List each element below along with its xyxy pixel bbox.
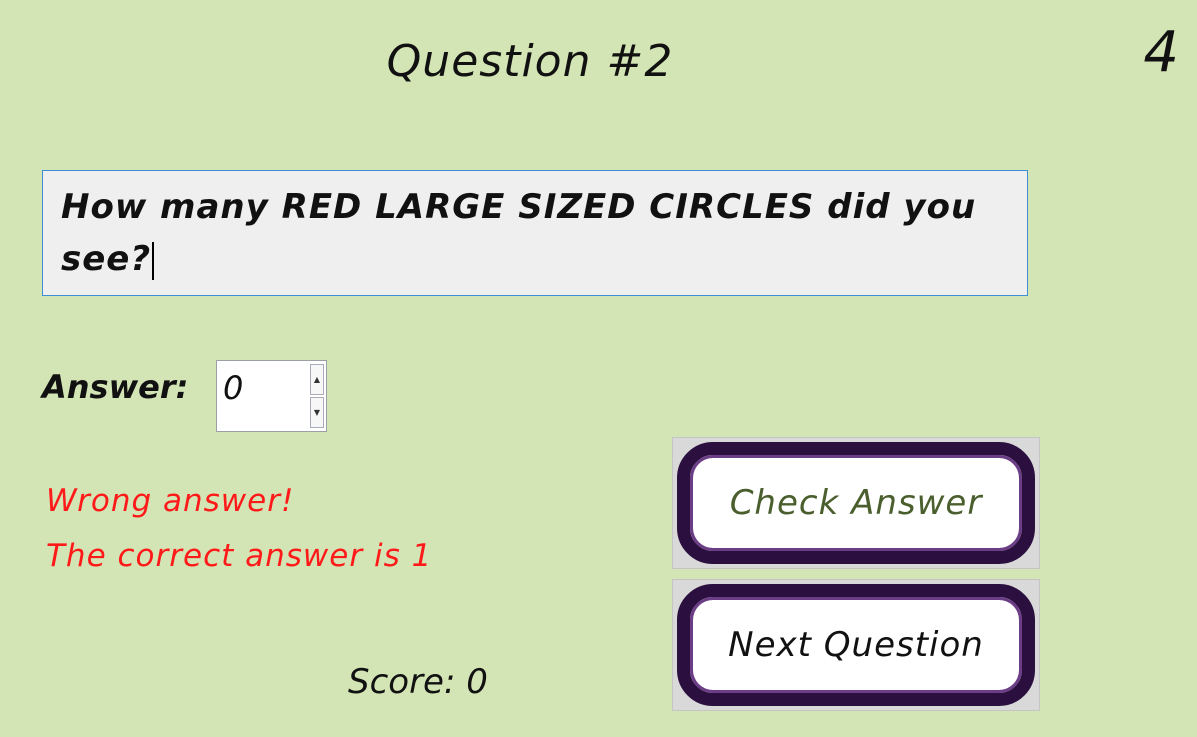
check-answer-label[interactable]: Check Answer <box>677 442 1035 564</box>
page-title: Question #2 <box>386 36 674 87</box>
stepper-up-icon[interactable]: ▲ <box>310 364 324 395</box>
text-cursor <box>152 241 155 280</box>
question-text: How many RED LARGE SIZED CIRCLES did you… <box>61 187 977 279</box>
stepper-down-icon[interactable]: ▼ <box>310 397 324 428</box>
question-counter: 4 <box>1143 20 1179 85</box>
answer-value[interactable]: 0 <box>223 369 243 407</box>
score-label: Score: 0 <box>348 662 488 702</box>
next-question-label[interactable]: Next Question <box>677 584 1035 706</box>
answer-stepper[interactable]: 0 ▲ ▼ <box>216 360 327 432</box>
feedback-line-wrong: Wrong answer! <box>46 483 295 519</box>
question-textbox[interactable]: How many RED LARGE SIZED CIRCLES did you… <box>42 170 1028 296</box>
feedback-message: Wrong answer! The correct answer is 1 <box>46 474 432 584</box>
answer-label: Answer: <box>42 368 189 406</box>
check-answer-button[interactable]: Check Answer <box>672 437 1040 569</box>
feedback-line-correct-answer: The correct answer is 1 <box>46 538 433 574</box>
next-question-button[interactable]: Next Question <box>672 579 1040 711</box>
